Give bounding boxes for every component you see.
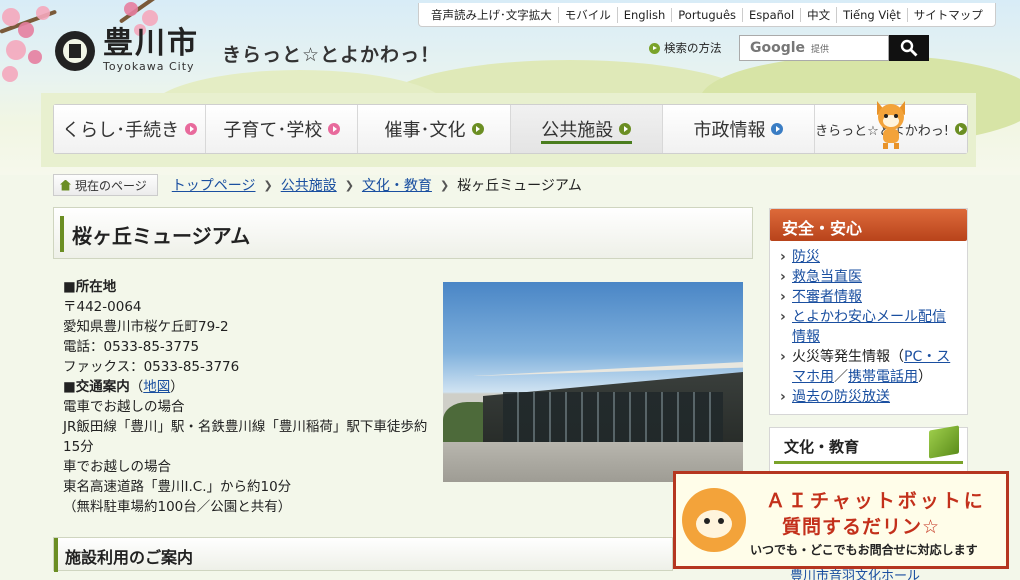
train-text: JR飯田線「豊川」駅・名鉄豊川線「豊川稲荷」駅下車徒歩約15分 xyxy=(63,419,428,455)
utility-link-accessibility[interactable]: 音声読み上げ･文字拡大 xyxy=(425,6,559,23)
city-emblem-icon xyxy=(55,30,95,71)
breadcrumb-link-top[interactable]: トップページ xyxy=(172,175,256,195)
utility-link-sitemap[interactable]: サイトマップ xyxy=(908,7,989,23)
tagline: きらっと☆とよかわっ！ xyxy=(222,44,441,66)
postal-code: 〒442-0064 xyxy=(63,299,142,315)
breadcrumb-link-culture[interactable]: 文化・教育 xyxy=(362,175,432,195)
nav-label: 子育て･学校 xyxy=(223,120,323,141)
section-heading-box: 施設利用のご案内 xyxy=(53,537,673,572)
arrow-circle-icon xyxy=(619,123,632,135)
breadcrumb-link-facilities[interactable]: 公共施設 xyxy=(281,175,337,195)
book-icon xyxy=(929,425,959,459)
car-heading: 車でお越しの場合 xyxy=(63,459,171,475)
site-logo[interactable]: 豊川市 Toyokawa City xyxy=(55,28,199,73)
search-input[interactable]: Google 提供 xyxy=(739,35,889,61)
safety-link-disaster[interactable]: 防災 xyxy=(792,249,820,265)
address: 愛知県豊川市桜ケ丘町79-2 xyxy=(63,319,229,335)
nav-label: 公共施設 xyxy=(541,120,614,141)
fax: ファックス：0533-85-3776 xyxy=(63,359,240,375)
mascot-icon xyxy=(877,101,905,149)
fire-link-mobile[interactable]: 携帯電話用 xyxy=(848,369,918,385)
breadcrumb: 現在のページ トップページ ❯ 公共施設 ❯ 文化・教育 ❯ 桜ヶ丘ミュージアム xyxy=(53,174,582,196)
logo-title: 豊川市 xyxy=(103,26,199,61)
nav-item-facilities[interactable]: 公共施設 xyxy=(510,105,663,153)
list-item: 救急当直医 xyxy=(778,267,959,287)
home-icon xyxy=(60,179,71,191)
train-heading: 電車でお越しの場合 xyxy=(63,399,185,415)
location-heading: ■所在地 xyxy=(63,279,117,295)
map-link[interactable]: 地図 xyxy=(143,379,170,395)
global-nav: くらし･手続き 子育て･学校 催事･文化 公共施設 市政情報 きらっと☆とよかわ… xyxy=(53,104,968,154)
search-brand: Google xyxy=(750,40,806,56)
utility-link-english[interactable]: English xyxy=(618,7,673,22)
mascot-icon xyxy=(682,488,746,552)
search-button[interactable] xyxy=(889,35,929,61)
nav-item-living[interactable]: くらし･手続き xyxy=(54,105,207,153)
search-icon xyxy=(900,39,918,57)
safety-link-suspicious[interactable]: 不審者情報 xyxy=(792,289,862,305)
utility-links: 音声読み上げ･文字拡大 モバイル English Português Españ… xyxy=(418,3,996,27)
safety-link-mail[interactable]: とよかわ安心メール配信情報 xyxy=(792,309,946,345)
list-item: 火災等発生情報（PC・スマホ用／携帯電話用） xyxy=(778,347,959,387)
safety-link-past-broadcast[interactable]: 過去の防災放送 xyxy=(792,389,890,405)
phone: 電話：0533-85-3775 xyxy=(63,339,200,355)
chevron-right-icon: ❯ xyxy=(263,178,273,192)
breadcrumb-current: 桜ヶ丘ミュージアム xyxy=(457,178,582,194)
nav-item-childcare[interactable]: 子育て･学校 xyxy=(206,105,359,153)
parking-text: （無料駐車場約100台／公園と共有） xyxy=(63,499,292,515)
arrow-circle-icon xyxy=(771,123,784,135)
safety-panel-title: 安全・安心 xyxy=(770,209,967,241)
utility-link-chinese[interactable]: 中文 xyxy=(801,6,838,23)
safety-panel: 安全・安心 防災 救急当直医 不審者情報 とよかわ安心メール配信情報 火災等発生… xyxy=(769,208,968,415)
nav-label: 催事･文化 xyxy=(384,120,466,141)
museum-photo xyxy=(443,282,743,482)
arrow-circle-icon xyxy=(649,42,660,54)
utility-link-portuguese[interactable]: Português xyxy=(672,7,744,22)
list-item: 過去の防災放送 xyxy=(778,387,959,407)
utility-link-vietnamese[interactable]: Tiếng Việt xyxy=(837,7,908,22)
access-heading: ■交通案内 xyxy=(63,379,130,395)
page-title-box: 桜ヶ丘ミュージアム xyxy=(53,207,753,259)
nav-item-city-info[interactable]: 市政情報 xyxy=(662,105,816,153)
ai-chatbot-banner[interactable]: ＡＩチャットボットに 質問するだリン☆ いつでも・どこでもお問合せに対応します xyxy=(673,471,1009,569)
nav-label: 市政情報 xyxy=(693,120,766,141)
list-item: 防災 xyxy=(778,247,959,267)
chat-line-2: 質問するだリン☆ xyxy=(782,516,941,538)
section-heading: 施設利用のご案内 xyxy=(65,548,194,567)
chevron-right-icon: ❯ xyxy=(344,178,354,192)
nav-label: くらし･手続き xyxy=(62,120,180,141)
breadcrumb-label: 現在のページ xyxy=(53,174,158,196)
arrow-circle-icon xyxy=(471,123,484,135)
search-help-link[interactable]: 検索の方法 xyxy=(649,40,722,56)
car-text: 東名高速道路「豊川I.C.」から約10分 xyxy=(63,479,292,495)
search-help-label: 検索の方法 xyxy=(664,41,722,55)
chat-line-3: いつでも・どこでもお問合せに対応します xyxy=(750,543,978,557)
search-brand-sub: 提供 xyxy=(811,44,830,55)
utility-link-mobile[interactable]: モバイル xyxy=(559,6,618,23)
safety-link-emergency-doctor[interactable]: 救急当直医 xyxy=(792,269,862,285)
facility-info: ■所在地 〒442-0064 愛知県豊川市桜ケ丘町79-2 電話：0533-85… xyxy=(63,277,433,517)
arrow-circle-icon xyxy=(954,123,967,135)
chevron-right-icon: ❯ xyxy=(439,178,450,192)
page-title: 桜ヶ丘ミュージアム xyxy=(72,224,251,248)
chat-line-1: ＡＩチャットボットに xyxy=(766,490,986,512)
utility-link-spanish[interactable]: Español xyxy=(743,7,802,22)
logo-subtitle: Toyokawa City xyxy=(103,60,195,73)
list-item: とよかわ安心メール配信情報 xyxy=(778,307,959,347)
arrow-circle-icon xyxy=(185,123,198,135)
arrow-circle-icon xyxy=(328,123,341,135)
nav-item-events[interactable]: 催事･文化 xyxy=(358,105,511,153)
list-item: 不審者情報 xyxy=(778,287,959,307)
